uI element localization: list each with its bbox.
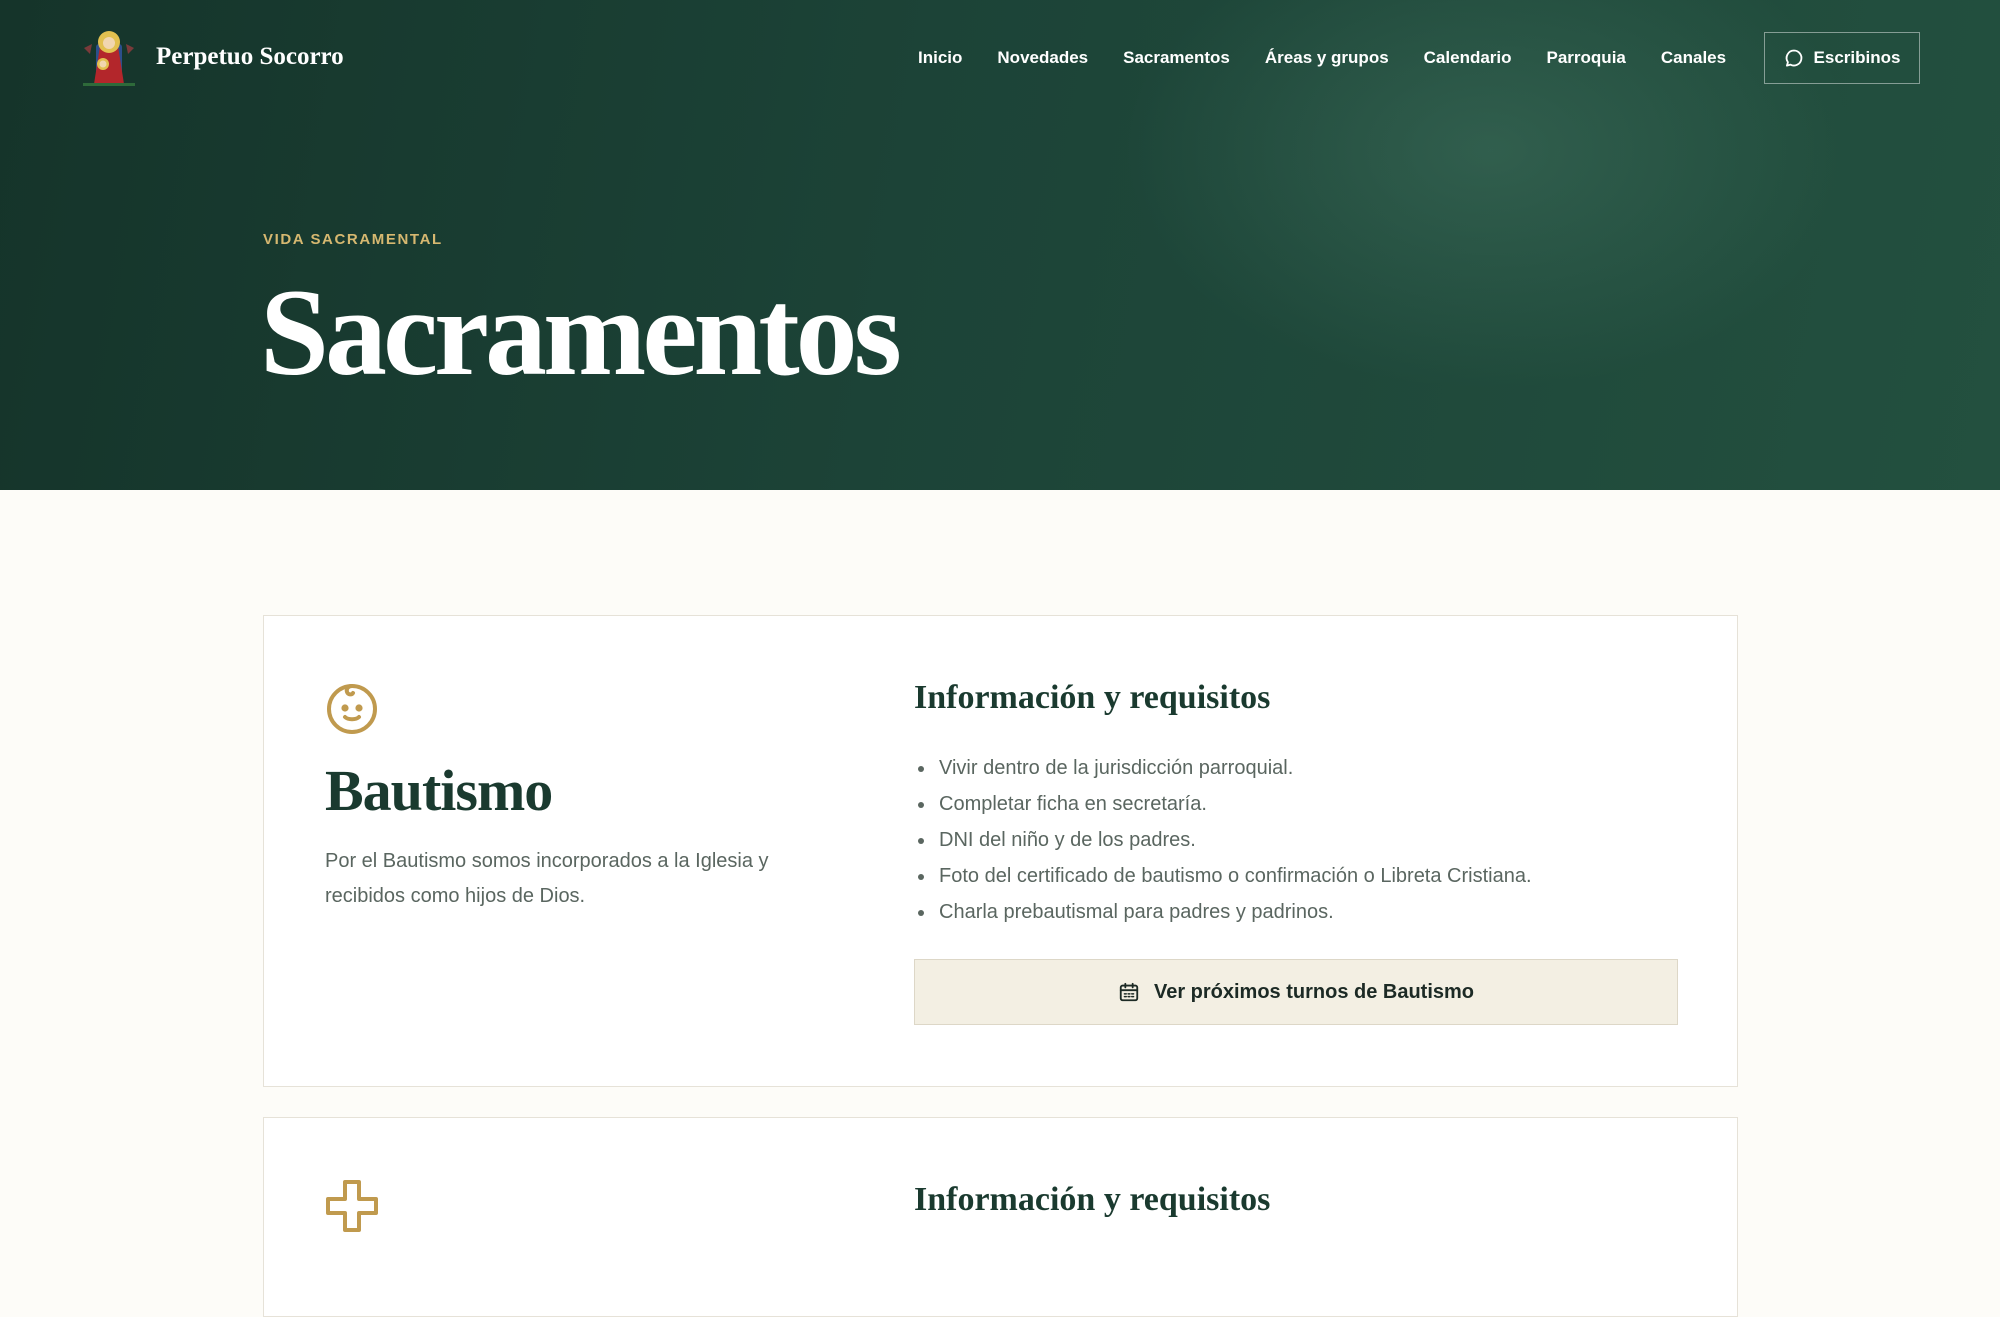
contact-button-label: Escribinos [1813,48,1901,67]
view-turns-button-label: Ver próximos turnos de Bautismo [1153,980,1475,1003]
requirement-item: Charla prebautismal para padres y padrin… [918,894,1679,930]
main-nav: Inicio Novedades Sacramentos Áreas y gru… [918,45,1761,71]
calendar-icon [1119,982,1139,1002]
nav-novedades[interactable]: Novedades [997,48,1088,68]
baby-face-icon [327,684,377,734]
nav-sacramentos[interactable]: Sacramentos [1123,48,1230,68]
requirement-item: Vivir dentro de la jurisdicción parroqui… [918,750,1679,786]
parish-logo-icon [83,31,135,86]
contact-button[interactable]: Escribinos [1764,32,1920,84]
card-title: Bautismo [325,758,553,823]
view-turns-button[interactable]: Ver próximos turnos de Bautismo [914,959,1678,1025]
requirement-item: Foto del certificado de bautismo o confi… [918,858,1679,894]
requirement-item: DNI del niño y de los padres. [918,822,1679,858]
requirements-title: Información y requisitos [914,679,1271,716]
brand-link[interactable]: Perpetuo Socorro [78,26,344,88]
sacrament-card-2: Información y requisitos [263,1117,1738,1317]
nav-parroquia[interactable]: Parroquia [1547,48,1626,68]
chat-bubble-icon [1785,49,1802,67]
page-title: Sacramentos [260,264,902,401]
hero-section: Perpetuo Socorro Inicio Novedades Sacram… [0,0,2000,490]
brand-name: Perpetuo Socorro [156,43,344,70]
sacrament-card-bautismo: Bautismo Por el Bautismo somos incorpora… [263,615,1738,1087]
nav-areas-y-grupos[interactable]: Áreas y grupos [1265,48,1389,68]
requirements-list: Vivir dentro de la jurisdicción parroqui… [918,750,1679,930]
nav-inicio[interactable]: Inicio [918,48,962,68]
requirement-item: Completar ficha en secretaría. [918,786,1679,822]
requirements-title: Información y requisitos [914,1181,1271,1218]
nav-calendario[interactable]: Calendario [1424,48,1512,68]
site-header: Perpetuo Socorro Inicio Novedades Sacram… [0,0,2000,116]
hero-eyebrow: VIDA SACRAMENTAL [263,231,443,248]
card-description: Por el Bautismo somos incorporados a la … [325,850,769,907]
nav-canales[interactable]: Canales [1661,48,1726,68]
cross-icon [326,1180,378,1232]
